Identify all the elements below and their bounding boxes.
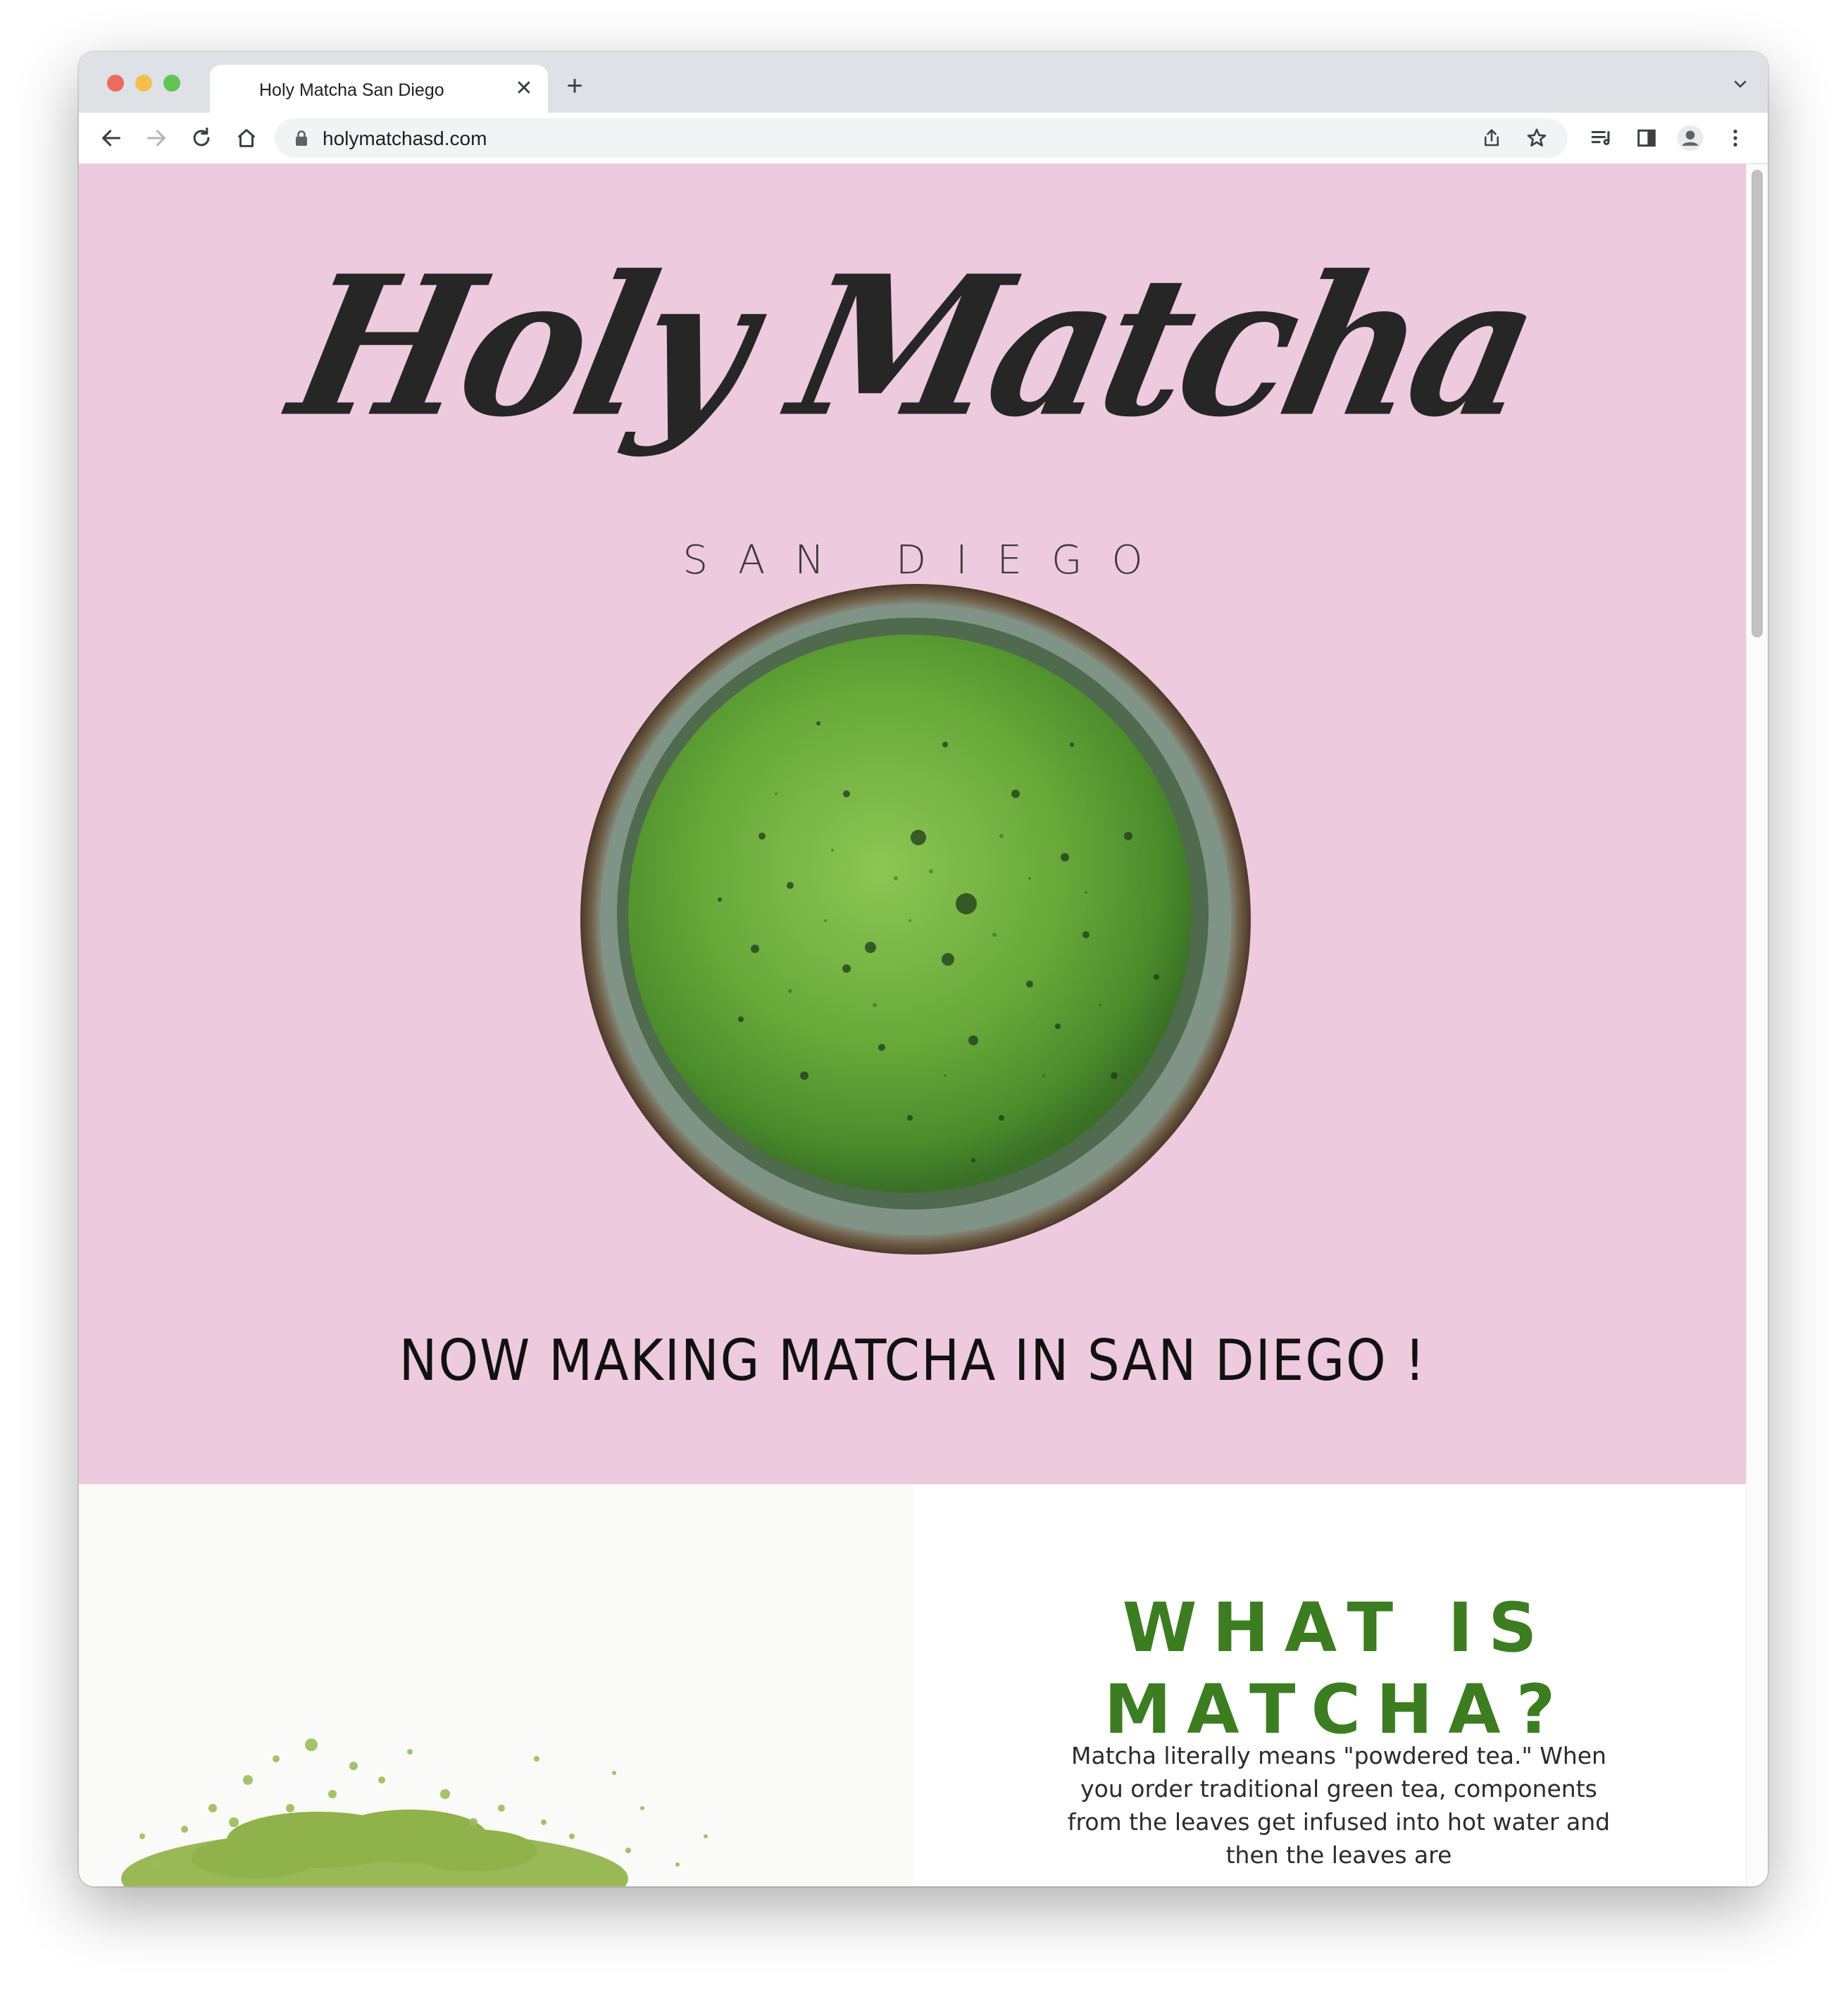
browser-menu-button[interactable] xyxy=(1720,123,1751,154)
profile-icon xyxy=(1677,125,1704,151)
profile-button[interactable] xyxy=(1675,123,1706,154)
share-icon xyxy=(1485,129,1499,147)
tab-search-chevron-icon[interactable] xyxy=(1732,76,1748,92)
section-body-text: Matcha literally means "powdered tea." W… xyxy=(1067,1742,1611,1869)
tab-close-button[interactable]: ✕ xyxy=(510,75,538,103)
page-scrollbar[interactable] xyxy=(1746,164,1768,1886)
reading-list-button[interactable] xyxy=(1586,123,1617,154)
matcha-powder-pile-illustration xyxy=(121,1738,708,1886)
matcha-bowl-image xyxy=(580,584,1251,1255)
new-tab-button[interactable]: + xyxy=(561,72,589,100)
address-bar[interactable]: holymatchasd.com xyxy=(275,118,1568,158)
arrow-right-icon xyxy=(147,130,166,147)
site-logo[interactable]: Holy Matcha xyxy=(79,234,1767,459)
home-button[interactable] xyxy=(231,123,262,154)
section-heading-line-1: WHAT IS xyxy=(1122,1588,1553,1667)
browser-toolbar: holymatchasd.com xyxy=(79,113,1768,164)
reload-button[interactable] xyxy=(186,123,217,154)
scrollbar-thumb[interactable] xyxy=(1752,170,1763,637)
what-is-matcha-section: WHAT IS MATCHA? Matcha literally means "… xyxy=(913,1484,1747,1886)
url-text[interactable]: holymatchasd.com xyxy=(323,127,487,150)
tab-strip: Holy Matcha San Diego ✕ + xyxy=(79,52,1768,113)
hero-section: Holy Matcha SAN DIEGO NOW MAKING MATCHA … xyxy=(79,164,1747,1484)
back-button[interactable] xyxy=(96,123,127,154)
minimize-window-button[interactable] xyxy=(135,75,152,92)
star-icon xyxy=(1527,128,1547,147)
arrow-left-icon xyxy=(102,130,120,147)
share-button[interactable] xyxy=(1476,123,1507,154)
reload-icon xyxy=(193,127,210,147)
lock-icon[interactable] xyxy=(293,129,310,147)
side-panel-button[interactable] xyxy=(1631,123,1662,154)
bookmark-button[interactable] xyxy=(1521,123,1552,154)
page-viewport: Holy Matcha SAN DIEGO NOW MAKING MATCHA … xyxy=(79,164,1768,1886)
side-panel-icon xyxy=(1637,129,1656,147)
logo-subtitle: SAN DIEGO xyxy=(682,537,1173,583)
tab-title: Holy Matcha San Diego xyxy=(259,80,444,100)
hero-tagline: NOW MAKING MATCHA IN SAN DIEGO ! xyxy=(399,1328,1427,1393)
browser-window: Holy Matcha San Diego ✕ + holymatchasd.c… xyxy=(79,52,1768,1886)
matcha-powder-image xyxy=(79,1484,913,1886)
home-icon xyxy=(237,129,256,147)
close-window-button[interactable] xyxy=(107,75,124,92)
section-heading-line-2: MATCHA? xyxy=(1104,1670,1571,1749)
kebab-menu-icon xyxy=(1733,130,1737,147)
reading-list-icon xyxy=(1591,130,1610,146)
section-heading: WHAT IS MATCHA? xyxy=(913,1587,1747,1750)
forward-button[interactable] xyxy=(141,123,172,154)
maximize-window-button[interactable] xyxy=(163,75,180,92)
browser-tab-active[interactable]: Holy Matcha San Diego ✕ xyxy=(210,65,548,113)
